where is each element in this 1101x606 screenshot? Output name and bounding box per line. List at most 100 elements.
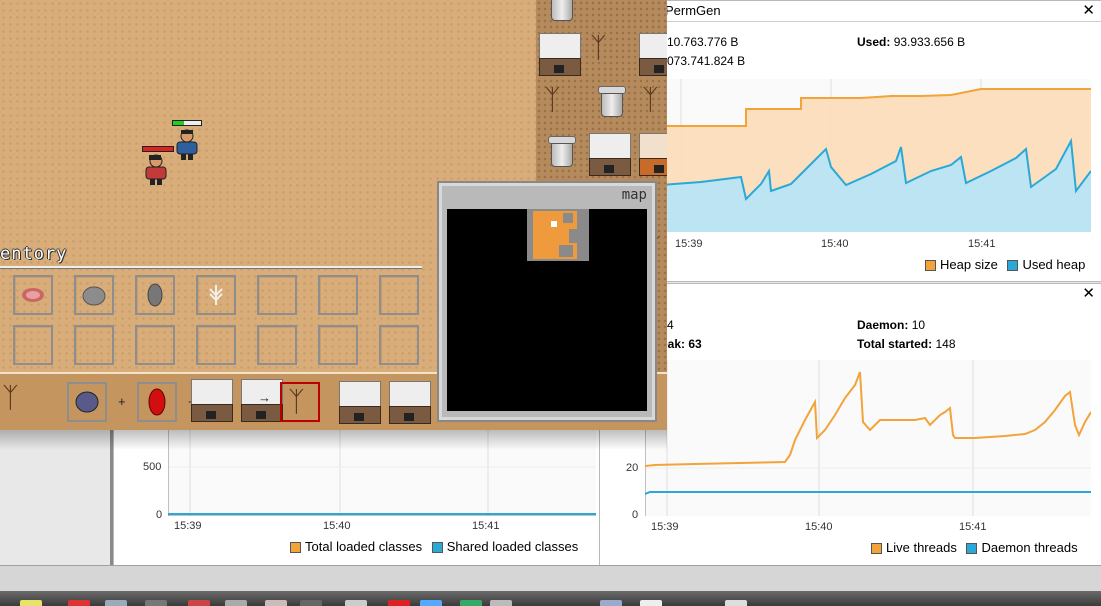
player-character[interactable] bbox=[172, 128, 198, 160]
flint-icon bbox=[147, 283, 163, 307]
trash-can-icon[interactable] bbox=[548, 0, 574, 21]
dead-tree-icon[interactable]: ᛉ bbox=[590, 34, 607, 62]
legend-swatch bbox=[1007, 260, 1019, 272]
inventory-slot[interactable] bbox=[13, 275, 53, 315]
inventory-slot[interactable] bbox=[257, 275, 297, 315]
inventory-slot[interactable] bbox=[74, 325, 114, 365]
inventory-slot[interactable] bbox=[379, 325, 419, 365]
daemon-threads-stat: Daemon: 10 bbox=[857, 318, 925, 332]
crate-icon[interactable] bbox=[638, 32, 667, 76]
crate-icon[interactable] bbox=[588, 132, 632, 176]
arrow-right-icon: → bbox=[258, 390, 271, 405]
daemon-key: Daemon: bbox=[857, 318, 909, 332]
dock-app-icon[interactable] bbox=[145, 600, 167, 606]
x-tick-label: 15:40 bbox=[805, 521, 833, 533]
dock-app-icon[interactable] bbox=[600, 600, 622, 606]
legend-used-heap: Used heap bbox=[1022, 257, 1086, 272]
inventory-slot[interactable] bbox=[135, 325, 175, 365]
threads-panel: ✕ 4 eak: 63 Daemon: 10 Total started: 14… bbox=[598, 283, 1101, 567]
legend-swatch bbox=[290, 542, 301, 554]
heap-max-value: 073.741.824 B bbox=[667, 54, 746, 68]
inventory-slot[interactable] bbox=[379, 275, 419, 315]
craft-input-slot[interactable] bbox=[67, 382, 107, 422]
y-tick-label: 0 bbox=[632, 509, 639, 521]
inventory-slot[interactable] bbox=[318, 325, 358, 365]
dock-app-icon[interactable] bbox=[300, 600, 322, 606]
threads-panel-header: ✕ bbox=[599, 284, 1101, 304]
dock-app-icon[interactable] bbox=[490, 600, 512, 606]
inventory-slot[interactable] bbox=[13, 325, 53, 365]
npc-character[interactable] bbox=[142, 153, 168, 185]
y-tick-label: 500 bbox=[143, 461, 162, 473]
dock-app-icon[interactable] bbox=[460, 600, 482, 606]
legend-shared-classes: Shared loaded classes bbox=[446, 539, 579, 554]
dock-app-icon[interactable] bbox=[188, 600, 210, 606]
inventory-slot[interactable] bbox=[196, 325, 236, 365]
meat-icon bbox=[22, 288, 44, 302]
dead-tree-icon[interactable]: ᛉ bbox=[642, 86, 659, 114]
heap-size-value: 10.763.776 B bbox=[667, 35, 739, 49]
trash-can-icon[interactable] bbox=[598, 86, 626, 117]
legend-swatch bbox=[871, 543, 882, 555]
x-tick-label: 15:39 bbox=[675, 238, 703, 250]
legend-swatch bbox=[431, 542, 443, 554]
legend-swatch bbox=[966, 543, 978, 555]
dock-app-icon[interactable] bbox=[420, 600, 442, 606]
daemon-value: 10 bbox=[911, 318, 926, 332]
inventory-slot[interactable] bbox=[257, 325, 297, 365]
craft-output-slot[interactable]: ᛉ bbox=[280, 382, 320, 422]
health-bar bbox=[172, 120, 202, 126]
inventory-slot[interactable] bbox=[74, 275, 114, 315]
x-tick-label: 15:41 bbox=[472, 520, 500, 532]
dock-app-icon[interactable] bbox=[105, 600, 127, 606]
classes-legend: Total loaded classes Shared loaded class… bbox=[284, 539, 578, 554]
window-shadow bbox=[0, 430, 667, 450]
dock-app-icon[interactable] bbox=[640, 600, 662, 606]
trash-can-icon[interactable] bbox=[548, 136, 576, 167]
inventory-divider bbox=[0, 266, 422, 269]
dock-app-icon[interactable] bbox=[265, 600, 287, 606]
crate-icon[interactable] bbox=[638, 132, 667, 176]
crate-icon[interactable] bbox=[388, 380, 432, 424]
minimap-view[interactable] bbox=[447, 209, 647, 411]
dock-app-icon[interactable] bbox=[345, 600, 367, 606]
inventory-title: entory bbox=[0, 244, 68, 264]
health-bar bbox=[142, 146, 174, 152]
crate-icon[interactable] bbox=[538, 32, 582, 76]
legend-swatch bbox=[925, 260, 936, 272]
heap-chart bbox=[661, 79, 1091, 232]
status-bar bbox=[0, 565, 1101, 592]
crate-icon[interactable] bbox=[338, 380, 382, 424]
dock-app-icon[interactable] bbox=[388, 600, 410, 606]
inventory-slot[interactable] bbox=[135, 275, 175, 315]
inventory-slot[interactable] bbox=[196, 275, 236, 315]
y-tick-label: 0 bbox=[156, 509, 163, 521]
dock-app-icon[interactable] bbox=[20, 600, 42, 606]
close-icon[interactable]: ✕ bbox=[1082, 284, 1095, 304]
dock-app-icon[interactable] bbox=[68, 600, 90, 606]
heap-panel-title: PermGen ✕ bbox=[661, 1, 1101, 22]
dock-app-icon[interactable] bbox=[725, 600, 747, 606]
wheat-icon bbox=[209, 285, 223, 305]
map-title: map bbox=[621, 187, 647, 203]
dead-tree-icon[interactable]: ᛉ bbox=[544, 86, 561, 114]
ruby-icon bbox=[148, 388, 166, 416]
heap-legend: Heap size Used heap bbox=[919, 257, 1085, 272]
game-window[interactable]: ᛉ ᛉ ᛉ ᛉ entory bbox=[0, 0, 667, 430]
stone-icon bbox=[82, 286, 106, 306]
used-key: Used: bbox=[857, 35, 891, 49]
minimap-window[interactable]: map bbox=[437, 181, 657, 422]
legend-heap-size: Heap size bbox=[940, 257, 998, 272]
craft-input-slot[interactable] bbox=[137, 382, 177, 422]
close-icon[interactable]: ✕ bbox=[1082, 1, 1095, 21]
started-key: Total started: bbox=[857, 337, 933, 351]
dead-tree-icon: ᛉ bbox=[288, 386, 305, 417]
classes-panel: 500 0 15:39 15:40 15:41 Total loaded cla… bbox=[113, 430, 600, 566]
inventory-slot[interactable] bbox=[318, 275, 358, 315]
total-started-stat: Total started: 148 bbox=[857, 337, 956, 351]
dock-app-icon[interactable] bbox=[225, 600, 247, 606]
heap-panel: PermGen ✕ 10.763.776 B 073.741.824 B Use… bbox=[660, 0, 1101, 282]
x-tick-label: 15:40 bbox=[323, 520, 351, 532]
dead-tree-icon: ᛉ bbox=[2, 382, 19, 413]
peak-threads-stat: eak: 63 bbox=[661, 337, 702, 351]
